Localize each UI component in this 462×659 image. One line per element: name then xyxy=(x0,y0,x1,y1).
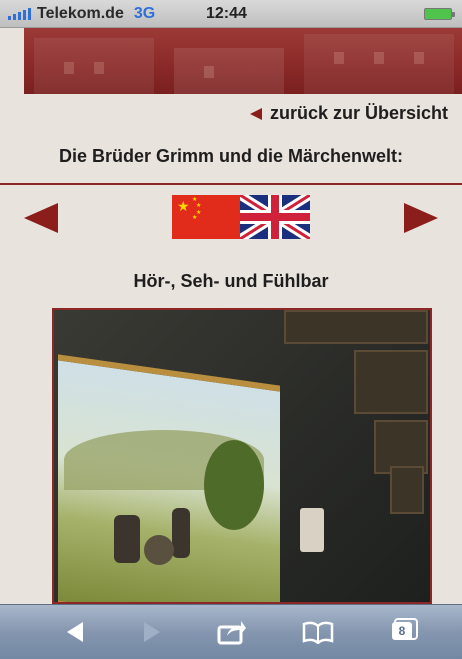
next-page-arrow-icon[interactable] xyxy=(404,203,438,233)
carrier-info: Telekom.de 3G xyxy=(8,5,155,23)
section-subtitle: Hör-, Seh- und Fühlbar xyxy=(133,271,329,291)
clock: 12:44 xyxy=(206,5,247,22)
back-link-label: zurück zur Übersicht xyxy=(269,103,448,123)
browser-toolbar: 8 xyxy=(0,604,462,659)
share-icon[interactable] xyxy=(212,613,252,651)
back-to-overview-link[interactable]: zurück zur Übersicht xyxy=(249,103,448,124)
divider xyxy=(0,183,462,185)
network-type: 3G xyxy=(133,5,156,22)
page-title: Die Brüder Grimm und die Märchenwelt: xyxy=(58,146,404,166)
flag-china-icon[interactable]: ★ ★ ★ ★ ★ xyxy=(172,195,240,239)
back-triangle-icon xyxy=(249,107,262,120)
battery-icon xyxy=(424,8,455,20)
signal-strength-icon xyxy=(8,8,31,20)
tab-count: 8 xyxy=(392,622,412,640)
forward-arrow-icon[interactable] xyxy=(132,613,172,651)
header-banner-image xyxy=(24,28,462,94)
back-arrow-icon[interactable] xyxy=(55,613,95,651)
bookmarks-icon[interactable] xyxy=(298,613,338,651)
tabs-icon[interactable]: 8 xyxy=(383,613,423,651)
status-bar: Telekom.de 3G 12:44 xyxy=(0,0,462,28)
flag-uk-icon[interactable] xyxy=(240,195,310,239)
carrier-name: Telekom.de xyxy=(37,5,124,22)
exhibit-photo xyxy=(52,308,432,604)
previous-page-arrow-icon[interactable] xyxy=(24,203,58,233)
